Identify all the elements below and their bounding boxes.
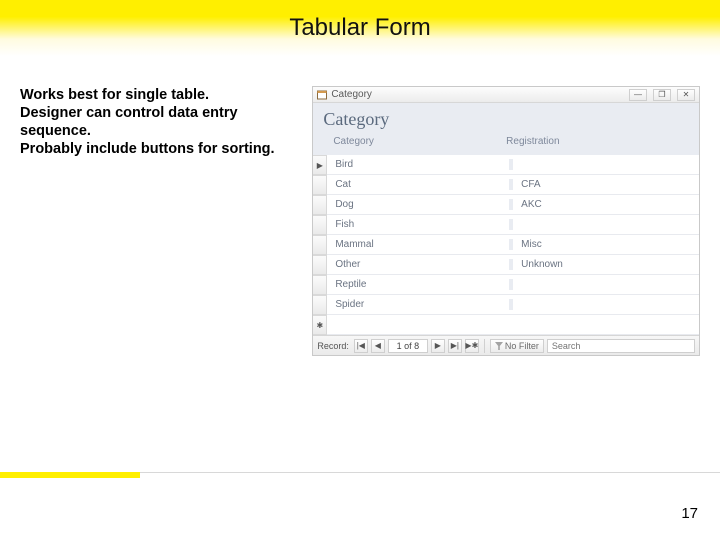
form-icon	[317, 90, 327, 100]
cell-category[interactable]: Other	[327, 259, 513, 270]
column-header-category[interactable]: Category	[333, 136, 506, 147]
table-row[interactable]: Dog AKC	[327, 195, 699, 215]
data-column: Bird Cat CFA Dog AKC Fish Mammal Mis	[327, 155, 699, 335]
column-header-registration[interactable]: Registration	[506, 136, 679, 147]
footer-rule	[0, 472, 720, 484]
form-title: Category	[323, 109, 689, 130]
table-row[interactable]: Bird	[327, 155, 699, 175]
page-number: 17	[681, 505, 698, 522]
grid-body: ▶ ✱ Bird Cat CFA Do	[313, 155, 699, 335]
cell-category[interactable]: Reptile	[327, 279, 513, 290]
cell-category[interactable]: Fish	[327, 219, 513, 230]
cell-registration[interactable]: CFA	[513, 179, 699, 190]
funnel-icon	[495, 342, 503, 350]
minimize-button[interactable]: —	[629, 89, 647, 101]
cell-category[interactable]: Bird	[327, 159, 513, 170]
nav-label: Record:	[317, 341, 349, 351]
table-row[interactable]: Fish	[327, 215, 699, 235]
cell-registration[interactable]: Unknown	[513, 259, 699, 270]
bullet-line: Probably include buttons for sorting.	[20, 140, 298, 158]
bullet-line: Works best for single table.	[20, 86, 298, 104]
title-banner: Tabular Form	[0, 0, 720, 56]
tab-label[interactable]: Category	[331, 89, 372, 100]
form-header: Category Category Registration	[313, 103, 699, 155]
cell-category[interactable]: Dog	[327, 199, 513, 210]
record-selector-column: ▶ ✱	[313, 155, 327, 335]
footer-accent	[0, 472, 140, 478]
nav-next-button[interactable]: ▶	[431, 339, 445, 353]
restore-button[interactable]: ❐	[653, 89, 671, 101]
search-input[interactable]	[547, 339, 695, 353]
cell-registration[interactable]: AKC	[513, 199, 699, 210]
record-selector-current[interactable]: ▶	[313, 155, 326, 175]
table-row[interactable]: Spider	[327, 295, 699, 315]
record-selector-new[interactable]: ✱	[313, 315, 326, 335]
filter-status[interactable]: No Filter	[490, 339, 544, 353]
filter-status-label: No Filter	[505, 341, 539, 351]
nav-prev-button[interactable]: ◀	[371, 339, 385, 353]
record-selector[interactable]	[313, 295, 326, 315]
cell-category[interactable]: Cat	[327, 179, 513, 190]
table-row[interactable]: Reptile	[327, 275, 699, 295]
table-row[interactable]: Other Unknown	[327, 255, 699, 275]
cell-category[interactable]: Mammal	[327, 239, 513, 250]
column-headers: Category Registration	[323, 130, 689, 151]
nav-new-record-button[interactable]: ▶✱	[465, 339, 479, 353]
nav-last-button[interactable]: ▶|	[448, 339, 462, 353]
record-selector[interactable]	[313, 255, 326, 275]
cell-category[interactable]: Spider	[327, 299, 513, 310]
record-navigation-bar: Record: |◀ ◀ 1 of 8 ▶ ▶| ▶✱ No Filter	[313, 335, 699, 355]
page-title: Tabular Form	[289, 14, 430, 42]
record-selector[interactable]	[313, 275, 326, 295]
record-selector[interactable]	[313, 175, 326, 195]
record-selector[interactable]	[313, 215, 326, 235]
nav-first-button[interactable]: |◀	[354, 339, 368, 353]
table-row[interactable]: Cat CFA	[327, 175, 699, 195]
body-area: Works best for single table. Designer ca…	[0, 56, 720, 356]
close-button[interactable]: ✕	[677, 89, 695, 101]
table-row[interactable]: Mammal Misc	[327, 235, 699, 255]
table-row-new[interactable]	[327, 315, 699, 335]
separator-icon	[484, 339, 485, 353]
access-form-window: Category — ❐ ✕ Category Category Registr…	[312, 86, 700, 356]
record-selector[interactable]	[313, 235, 326, 255]
nav-record-counter[interactable]: 1 of 8	[388, 339, 428, 353]
record-selector[interactable]	[313, 195, 326, 215]
cell-registration[interactable]: Misc	[513, 239, 699, 250]
window-titlebar: Category — ❐ ✕	[313, 87, 699, 103]
bullet-line: Designer can control data entry sequence…	[20, 104, 298, 140]
bullet-text: Works best for single table. Designer ca…	[20, 86, 298, 356]
